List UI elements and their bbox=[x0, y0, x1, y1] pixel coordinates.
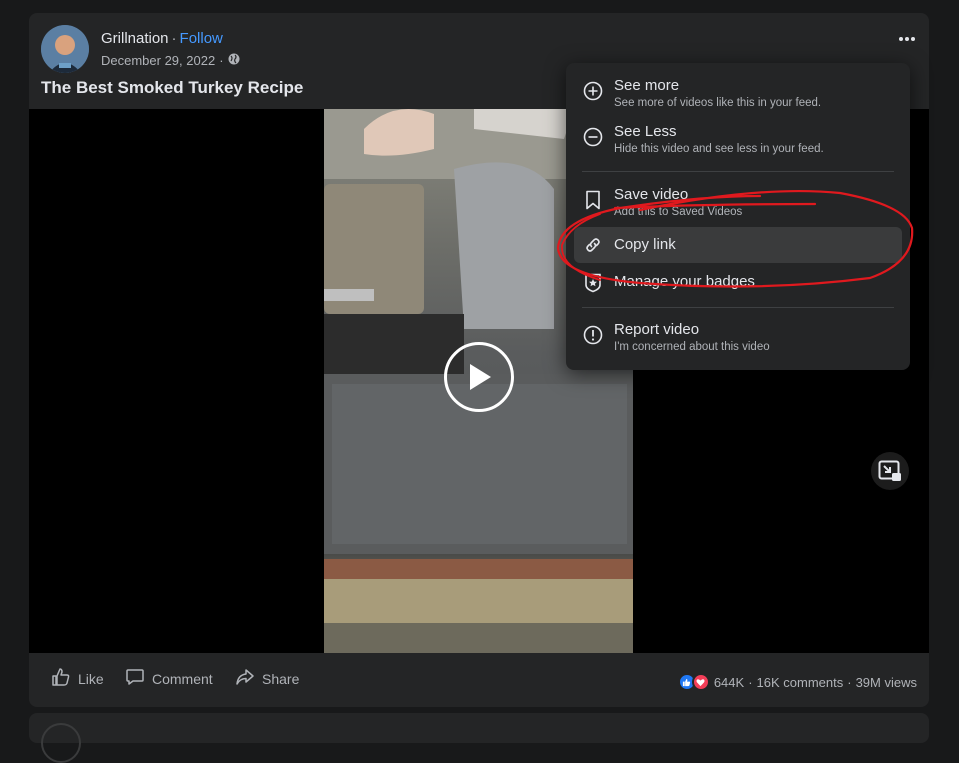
menu-item-report-video[interactable]: Report video I'm concerned about this vi… bbox=[574, 321, 902, 361]
link-icon bbox=[582, 234, 604, 256]
menu-item-label: Report video bbox=[614, 321, 700, 338]
report-icon bbox=[582, 324, 604, 346]
menu-item-label: Manage your badges bbox=[614, 273, 755, 290]
next-post-card bbox=[29, 713, 929, 763]
share-icon bbox=[235, 667, 255, 690]
avatar[interactable] bbox=[41, 25, 89, 73]
menu-item-description: See more of videos like this in your fee… bbox=[614, 97, 822, 109]
menu-item-see-less[interactable]: See Less Hide this video and see less in… bbox=[574, 123, 902, 163]
separator: · bbox=[847, 674, 852, 690]
menu-item-copy-link[interactable]: Copy link bbox=[574, 227, 902, 263]
follow-button[interactable]: Follow bbox=[180, 30, 223, 47]
share-button[interactable]: Share bbox=[235, 667, 299, 690]
menu-item-description: Hide this video and see less in your fee… bbox=[614, 143, 824, 155]
author-name[interactable]: Grillnation bbox=[101, 30, 169, 47]
more-options-icon[interactable] bbox=[891, 27, 923, 51]
post-title: The Best Smoked Turkey Recipe bbox=[41, 78, 304, 97]
menu-item-description: Add this to Saved Videos bbox=[614, 206, 743, 218]
love-reaction-icon bbox=[691, 673, 710, 691]
menu-item-save-video[interactable]: Save video Add this to Saved Videos bbox=[574, 186, 902, 226]
menu-item-label: See Less bbox=[614, 123, 677, 140]
menu-item-label: Save video bbox=[614, 186, 689, 203]
comment-label: Comment bbox=[152, 670, 213, 687]
view-count: 39M views bbox=[855, 674, 917, 690]
post-date-row: December 29, 2022 · bbox=[101, 53, 240, 68]
like-label: Like bbox=[78, 670, 104, 687]
globe-icon bbox=[228, 53, 240, 68]
separator: · bbox=[748, 674, 753, 690]
post-actions: Like Comment Share 644K · 16K comments · bbox=[29, 661, 929, 697]
picture-in-picture-icon[interactable] bbox=[871, 452, 909, 490]
like-icon bbox=[51, 667, 71, 690]
avatar[interactable] bbox=[41, 723, 81, 763]
menu-item-label: See more bbox=[614, 77, 680, 94]
reaction-count[interactable]: 644K bbox=[714, 675, 744, 690]
menu-item-manage-badges[interactable]: Manage your badges bbox=[574, 269, 902, 301]
bookmark-icon bbox=[582, 189, 604, 211]
post-stats: 644K · 16K comments · 39M views bbox=[677, 673, 917, 691]
post-header: Grillnation · Follow bbox=[101, 30, 223, 47]
menu-divider bbox=[582, 307, 894, 308]
comment-button[interactable]: Comment bbox=[125, 667, 213, 690]
play-icon[interactable] bbox=[444, 342, 514, 412]
post-options-menu: See more See more of videos like this in… bbox=[566, 63, 910, 370]
separator: · bbox=[219, 53, 224, 68]
separator: · bbox=[171, 30, 177, 47]
badge-icon bbox=[582, 272, 604, 294]
share-label: Share bbox=[262, 670, 300, 687]
like-button[interactable]: Like bbox=[51, 667, 104, 690]
menu-divider bbox=[582, 171, 894, 172]
post-date[interactable]: December 29, 2022 bbox=[101, 53, 215, 68]
comment-icon bbox=[125, 667, 145, 690]
minus-circle-icon bbox=[582, 126, 604, 148]
menu-item-description: I'm concerned about this video bbox=[614, 341, 770, 353]
menu-item-see-more[interactable]: See more See more of videos like this in… bbox=[574, 77, 902, 117]
comment-count[interactable]: 16K comments bbox=[757, 675, 844, 690]
menu-item-label: Copy link bbox=[614, 236, 676, 253]
plus-circle-icon bbox=[582, 80, 604, 102]
